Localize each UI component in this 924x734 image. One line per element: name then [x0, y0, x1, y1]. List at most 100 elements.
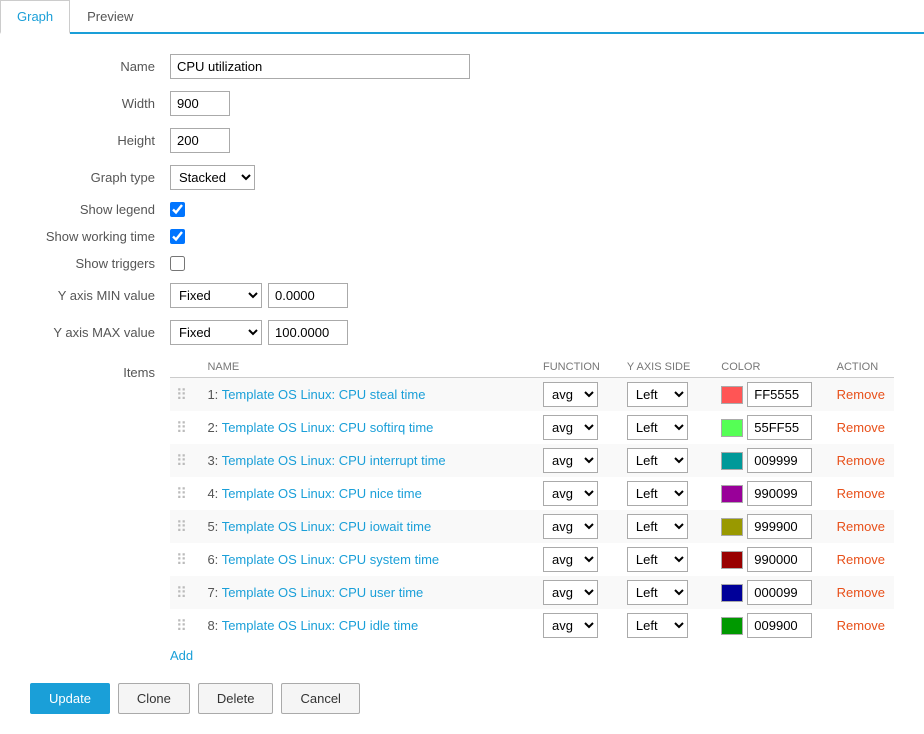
show-working-time-checkbox[interactable]	[170, 229, 185, 244]
drag-handle-icon[interactable]: ⠿	[176, 618, 187, 635]
function-select[interactable]: minavgmaxalllast	[543, 382, 598, 407]
y-axis-max-type-select[interactable]: Calculated Fixed Item	[170, 320, 262, 345]
function-select[interactable]: minavgmaxalllast	[543, 514, 598, 539]
color-swatch[interactable]	[721, 551, 743, 569]
show-legend-row: Show legend	[30, 202, 894, 217]
remove-link[interactable]: Remove	[837, 486, 885, 501]
color-swatch[interactable]	[721, 452, 743, 470]
color-swatch[interactable]	[721, 617, 743, 635]
name-label: Name	[30, 59, 170, 74]
items-table: NAME FUNCTION Y AXIS SIDE COLOR ACTION ⠿…	[170, 357, 894, 642]
table-row: ⠿ 4: Template OS Linux: CPU nice time mina…	[170, 477, 894, 510]
item-num: 5:	[207, 519, 218, 534]
drag-handle-icon[interactable]: ⠿	[176, 519, 187, 536]
item-name-link[interactable]: Template OS Linux: CPU system time	[222, 552, 439, 567]
function-select[interactable]: minavgmaxalllast	[543, 613, 598, 638]
item-name-link[interactable]: Template OS Linux: CPU steal time	[222, 387, 426, 402]
y-axis-select[interactable]: LeftRight	[627, 613, 688, 638]
table-row: ⠿1: Template OS Linux: CPU steal timemin…	[170, 378, 894, 412]
height-input[interactable]	[170, 128, 230, 153]
color-cell	[715, 477, 830, 510]
item-name-link[interactable]: Template OS Linux: CPU interrupt time	[222, 453, 446, 468]
button-row: Update Clone Delete Cancel	[30, 683, 894, 714]
color-hex-input[interactable]	[747, 613, 812, 638]
drag-handle-icon[interactable]: ⠿	[176, 585, 187, 602]
name-input[interactable]	[170, 54, 470, 79]
y-axis-max-row: Y axis MAX value Calculated Fixed Item	[30, 320, 894, 345]
items-section: Items NAME FUNCTION Y AXIS SIDE COLOR AC…	[30, 357, 894, 663]
drag-handle-icon[interactable]: ⠿	[176, 486, 187, 503]
color-hex-input[interactable]	[747, 514, 812, 539]
color-hex-input[interactable]	[747, 448, 812, 473]
add-link[interactable]: Add	[170, 648, 193, 663]
color-hex-input[interactable]	[747, 547, 812, 572]
y-axis-select[interactable]: LeftRight	[627, 382, 688, 407]
item-name-link[interactable]: Template OS Linux: CPU user time	[222, 585, 424, 600]
item-num: 7:	[207, 585, 218, 600]
item-name-link[interactable]: Template OS Linux: CPU iowait time	[222, 519, 432, 534]
color-hex-input[interactable]	[747, 415, 812, 440]
width-label: Width	[30, 96, 170, 111]
remove-link[interactable]: Remove	[837, 618, 885, 633]
tab-graph[interactable]: Graph	[0, 0, 70, 34]
y-axis-min-type-select[interactable]: Calculated Fixed Item	[170, 283, 262, 308]
show-working-time-label: Show working time	[30, 229, 170, 244]
drag-handle-icon[interactable]: ⠿	[176, 387, 187, 404]
cancel-button[interactable]: Cancel	[281, 683, 359, 714]
delete-button[interactable]: Delete	[198, 683, 274, 714]
tab-preview[interactable]: Preview	[70, 0, 150, 34]
item-num: 8:	[207, 618, 218, 633]
item-num: 4:	[207, 486, 218, 501]
item-name-link[interactable]: Template OS Linux: CPU idle time	[222, 618, 419, 633]
function-select[interactable]: minavgmaxalllast	[543, 547, 598, 572]
y-axis-min-label: Y axis MIN value	[30, 288, 170, 303]
height-row: Height	[30, 128, 894, 153]
function-select[interactable]: minavgmaxalllast	[543, 448, 598, 473]
y-axis-select[interactable]: LeftRight	[627, 481, 688, 506]
width-input[interactable]	[170, 91, 230, 116]
color-swatch[interactable]	[721, 584, 743, 602]
function-select[interactable]: minavgmaxalllast	[543, 481, 598, 506]
drag-handle-icon[interactable]: ⠿	[176, 420, 187, 437]
y-axis-min-row: Y axis MIN value Calculated Fixed Item	[30, 283, 894, 308]
table-row: ⠿ 8: Template OS Linux: CPU idle time mina…	[170, 609, 894, 642]
show-working-time-row: Show working time	[30, 229, 894, 244]
width-row: Width	[30, 91, 894, 116]
color-hex-input[interactable]	[747, 481, 812, 506]
graph-type-select[interactable]: Normal Stacked Pie Exploded	[170, 165, 255, 190]
y-axis-select[interactable]: LeftRight	[627, 448, 688, 473]
drag-handle-icon[interactable]: ⠿	[176, 552, 187, 569]
color-hex-input[interactable]	[747, 580, 812, 605]
color-hex-input[interactable]	[747, 382, 812, 407]
color-cell	[715, 576, 830, 609]
remove-link[interactable]: Remove	[837, 519, 885, 534]
y-axis-select[interactable]: LeftRight	[627, 514, 688, 539]
show-triggers-checkbox[interactable]	[170, 256, 185, 271]
table-row: ⠿ 7: Template OS Linux: CPU user time mina…	[170, 576, 894, 609]
table-row: ⠿ 5: Template OS Linux: CPU iowait time mi…	[170, 510, 894, 543]
remove-link[interactable]: Remove	[837, 585, 885, 600]
y-axis-max-value-input[interactable]	[268, 320, 348, 345]
remove-link[interactable]: Remove	[837, 453, 885, 468]
color-swatch[interactable]	[721, 419, 743, 437]
item-name-link[interactable]: Template OS Linux: CPU softirq time	[222, 420, 434, 435]
remove-link[interactable]: Remove	[837, 387, 885, 402]
clone-button[interactable]: Clone	[118, 683, 190, 714]
color-cell	[715, 510, 830, 543]
y-axis-select[interactable]: LeftRight	[627, 547, 688, 572]
show-legend-checkbox[interactable]	[170, 202, 185, 217]
y-axis-select[interactable]: LeftRight	[627, 415, 688, 440]
remove-link[interactable]: Remove	[837, 552, 885, 567]
show-triggers-label: Show triggers	[30, 256, 170, 271]
drag-handle-icon[interactable]: ⠿	[176, 453, 187, 470]
y-axis-select[interactable]: LeftRight	[627, 580, 688, 605]
function-select[interactable]: minavgmaxalllast	[543, 415, 598, 440]
color-swatch[interactable]	[721, 386, 743, 404]
color-swatch[interactable]	[721, 485, 743, 503]
y-axis-min-value-input[interactable]	[268, 283, 348, 308]
color-swatch[interactable]	[721, 518, 743, 536]
function-select[interactable]: minavgmaxalllast	[543, 580, 598, 605]
remove-link[interactable]: Remove	[837, 420, 885, 435]
item-name-link[interactable]: Template OS Linux: CPU nice time	[222, 486, 422, 501]
update-button[interactable]: Update	[30, 683, 110, 714]
